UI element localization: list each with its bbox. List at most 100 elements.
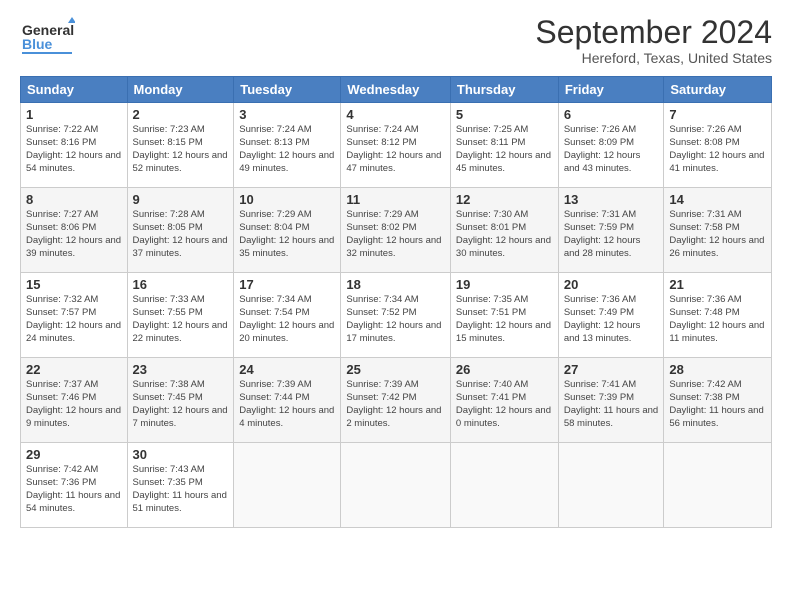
column-header-tuesday: Tuesday (234, 77, 341, 103)
logo: General Blue (20, 15, 75, 60)
day-number: 24 (239, 362, 335, 377)
day-number: 23 (133, 362, 229, 377)
day-info: Sunrise: 7:28 AM Sunset: 8:05 PM Dayligh… (133, 209, 229, 260)
day-number: 5 (456, 107, 553, 122)
page: General Blue September 2024 Hereford, Te… (0, 0, 792, 612)
calendar-cell: 25Sunrise: 7:39 AM Sunset: 7:42 PM Dayli… (341, 358, 451, 443)
calendar-cell: 3 Sunrise: 7:24 AM Sunset: 8:13 PM Daylig… (234, 103, 341, 188)
calendar-cell: 21 Sunrise: 7:36 AM Sunset: 7:48 PM Dayli… (664, 273, 772, 358)
day-info: Sunrise: 7:30 AM Sunset: 8:01 PM Dayligh… (456, 209, 553, 260)
calendar-cell: 12 Sunrise: 7:30 AM Sunset: 8:01 PM Dayli… (450, 188, 558, 273)
calendar-cell: 16 Sunrise: 7:33 AM Sunset: 7:55 PM Dayli… (127, 273, 234, 358)
day-number: 25 (346, 362, 445, 377)
day-number: 27 (564, 362, 659, 377)
column-header-friday: Friday (558, 77, 664, 103)
day-info: Sunrise: 7:31 AM Sunset: 7:58 PM Dayligh… (669, 209, 766, 260)
day-number: 2 (133, 107, 229, 122)
day-info: Sunrise: 7:34 AM Sunset: 7:52 PM Dayligh… (346, 294, 445, 345)
column-header-saturday: Saturday (664, 77, 772, 103)
calendar-cell: 24 Sunrise: 7:39 AM Sunset: 7:44 PM Dayli… (234, 358, 341, 443)
title-area: September 2024 Hereford, Texas, United S… (535, 15, 772, 66)
calendar-week-5: 29 Sunrise: 7:42 AM Sunset: 7:36 PM Dayli… (21, 443, 772, 528)
day-info: Sunrise: 7:35 AM Sunset: 7:51 PM Dayligh… (456, 294, 553, 345)
calendar-cell: 22 Sunrise: 7:37 AM Sunset: 7:46 PM Dayli… (21, 358, 128, 443)
day-number: 1 (26, 107, 122, 122)
calendar-cell: 9 Sunrise: 7:28 AM Sunset: 8:05 PM Daylig… (127, 188, 234, 273)
column-header-thursday: Thursday (450, 77, 558, 103)
day-info: Sunrise: 7:39 AM Sunset: 7:44 PM Dayligh… (239, 379, 335, 430)
day-number: 6 (564, 107, 659, 122)
calendar-cell: 27 Sunrise: 7:41 AM Sunset: 7:39 PM Dayli… (558, 358, 664, 443)
calendar-cell: 5 Sunrise: 7:25 AM Sunset: 8:11 PM Daylig… (450, 103, 558, 188)
day-number: 8 (26, 192, 122, 207)
calendar-week-2: 8 Sunrise: 7:27 AM Sunset: 8:06 PM Daylig… (21, 188, 772, 273)
calendar-cell: 17 Sunrise: 7:34 AM Sunset: 7:54 PM Dayli… (234, 273, 341, 358)
day-number: 13 (564, 192, 659, 207)
day-number: 26 (456, 362, 553, 377)
calendar-cell: 20 Sunrise: 7:36 AM Sunset: 7:49 PM Dayli… (558, 273, 664, 358)
day-info: Sunrise: 7:24 AM Sunset: 8:13 PM Dayligh… (239, 124, 335, 175)
day-info: Sunrise: 7:36 AM Sunset: 7:49 PM Dayligh… (564, 294, 659, 345)
day-info: Sunrise: 7:33 AM Sunset: 7:55 PM Dayligh… (133, 294, 229, 345)
day-number: 15 (26, 277, 122, 292)
day-number: 29 (26, 447, 122, 462)
calendar-header-row: SundayMondayTuesdayWednesdayThursdayFrid… (21, 77, 772, 103)
calendar-cell: 18 Sunrise: 7:34 AM Sunset: 7:52 PM Dayli… (341, 273, 451, 358)
logo-icon: General Blue (20, 15, 75, 60)
calendar-cell: 4 Sunrise: 7:24 AM Sunset: 8:12 PM Daylig… (341, 103, 451, 188)
day-number: 16 (133, 277, 229, 292)
day-number: 4 (346, 107, 445, 122)
calendar-cell (234, 443, 341, 528)
day-number: 21 (669, 277, 766, 292)
day-number: 3 (239, 107, 335, 122)
day-info: Sunrise: 7:36 AM Sunset: 7:48 PM Dayligh… (669, 294, 766, 345)
calendar-cell: 10 Sunrise: 7:29 AM Sunset: 8:04 PM Dayli… (234, 188, 341, 273)
calendar-cell (664, 443, 772, 528)
day-number: 19 (456, 277, 553, 292)
calendar-cell: 19 Sunrise: 7:35 AM Sunset: 7:51 PM Dayli… (450, 273, 558, 358)
calendar-cell: 1 Sunrise: 7:22 AM Sunset: 8:16 PM Daylig… (21, 103, 128, 188)
day-info: Sunrise: 7:43 AM Sunset: 7:35 PM Dayligh… (133, 464, 229, 515)
day-info: Sunrise: 7:24 AM Sunset: 8:12 PM Dayligh… (346, 124, 445, 175)
day-info: Sunrise: 7:25 AM Sunset: 8:11 PM Dayligh… (456, 124, 553, 175)
day-number: 17 (239, 277, 335, 292)
day-info: Sunrise: 7:26 AM Sunset: 8:08 PM Dayligh… (669, 124, 766, 175)
day-info: Sunrise: 7:41 AM Sunset: 7:39 PM Dayligh… (564, 379, 659, 430)
day-info: Sunrise: 7:27 AM Sunset: 8:06 PM Dayligh… (26, 209, 122, 260)
column-header-sunday: Sunday (21, 77, 128, 103)
calendar-week-4: 22 Sunrise: 7:37 AM Sunset: 7:46 PM Dayli… (21, 358, 772, 443)
calendar-cell (341, 443, 451, 528)
calendar-cell: 23Sunrise: 7:38 AM Sunset: 7:45 PM Dayli… (127, 358, 234, 443)
calendar-cell: 14Sunrise: 7:31 AM Sunset: 7:58 PM Dayli… (664, 188, 772, 273)
header: General Blue September 2024 Hereford, Te… (20, 15, 772, 66)
day-info: Sunrise: 7:31 AM Sunset: 7:59 PM Dayligh… (564, 209, 659, 260)
day-info: Sunrise: 7:32 AM Sunset: 7:57 PM Dayligh… (26, 294, 122, 345)
day-info: Sunrise: 7:29 AM Sunset: 8:04 PM Dayligh… (239, 209, 335, 260)
calendar-cell: 30Sunrise: 7:43 AM Sunset: 7:35 PM Dayli… (127, 443, 234, 528)
calendar-cell: 15 Sunrise: 7:32 AM Sunset: 7:57 PM Dayli… (21, 273, 128, 358)
calendar-cell: 28Sunrise: 7:42 AM Sunset: 7:38 PM Dayli… (664, 358, 772, 443)
day-number: 9 (133, 192, 229, 207)
calendar-cell: 11Sunrise: 7:29 AM Sunset: 8:02 PM Dayli… (341, 188, 451, 273)
day-number: 22 (26, 362, 122, 377)
column-header-monday: Monday (127, 77, 234, 103)
day-info: Sunrise: 7:37 AM Sunset: 7:46 PM Dayligh… (26, 379, 122, 430)
day-info: Sunrise: 7:23 AM Sunset: 8:15 PM Dayligh… (133, 124, 229, 175)
day-info: Sunrise: 7:34 AM Sunset: 7:54 PM Dayligh… (239, 294, 335, 345)
day-info: Sunrise: 7:40 AM Sunset: 7:41 PM Dayligh… (456, 379, 553, 430)
calendar-cell (450, 443, 558, 528)
column-header-wednesday: Wednesday (341, 77, 451, 103)
day-info: Sunrise: 7:26 AM Sunset: 8:09 PM Dayligh… (564, 124, 659, 175)
calendar-cell: 29 Sunrise: 7:42 AM Sunset: 7:36 PM Dayli… (21, 443, 128, 528)
day-number: 10 (239, 192, 335, 207)
calendar-cell: 8 Sunrise: 7:27 AM Sunset: 8:06 PM Daylig… (21, 188, 128, 273)
calendar-cell: 2 Sunrise: 7:23 AM Sunset: 8:15 PM Daylig… (127, 103, 234, 188)
day-info: Sunrise: 7:22 AM Sunset: 8:16 PM Dayligh… (26, 124, 122, 175)
calendar-table: SundayMondayTuesdayWednesdayThursdayFrid… (20, 76, 772, 528)
day-number: 20 (564, 277, 659, 292)
day-number: 12 (456, 192, 553, 207)
day-number: 18 (346, 277, 445, 292)
calendar-cell: 26 Sunrise: 7:40 AM Sunset: 7:41 PM Dayli… (450, 358, 558, 443)
day-info: Sunrise: 7:42 AM Sunset: 7:36 PM Dayligh… (26, 464, 122, 515)
day-number: 7 (669, 107, 766, 122)
